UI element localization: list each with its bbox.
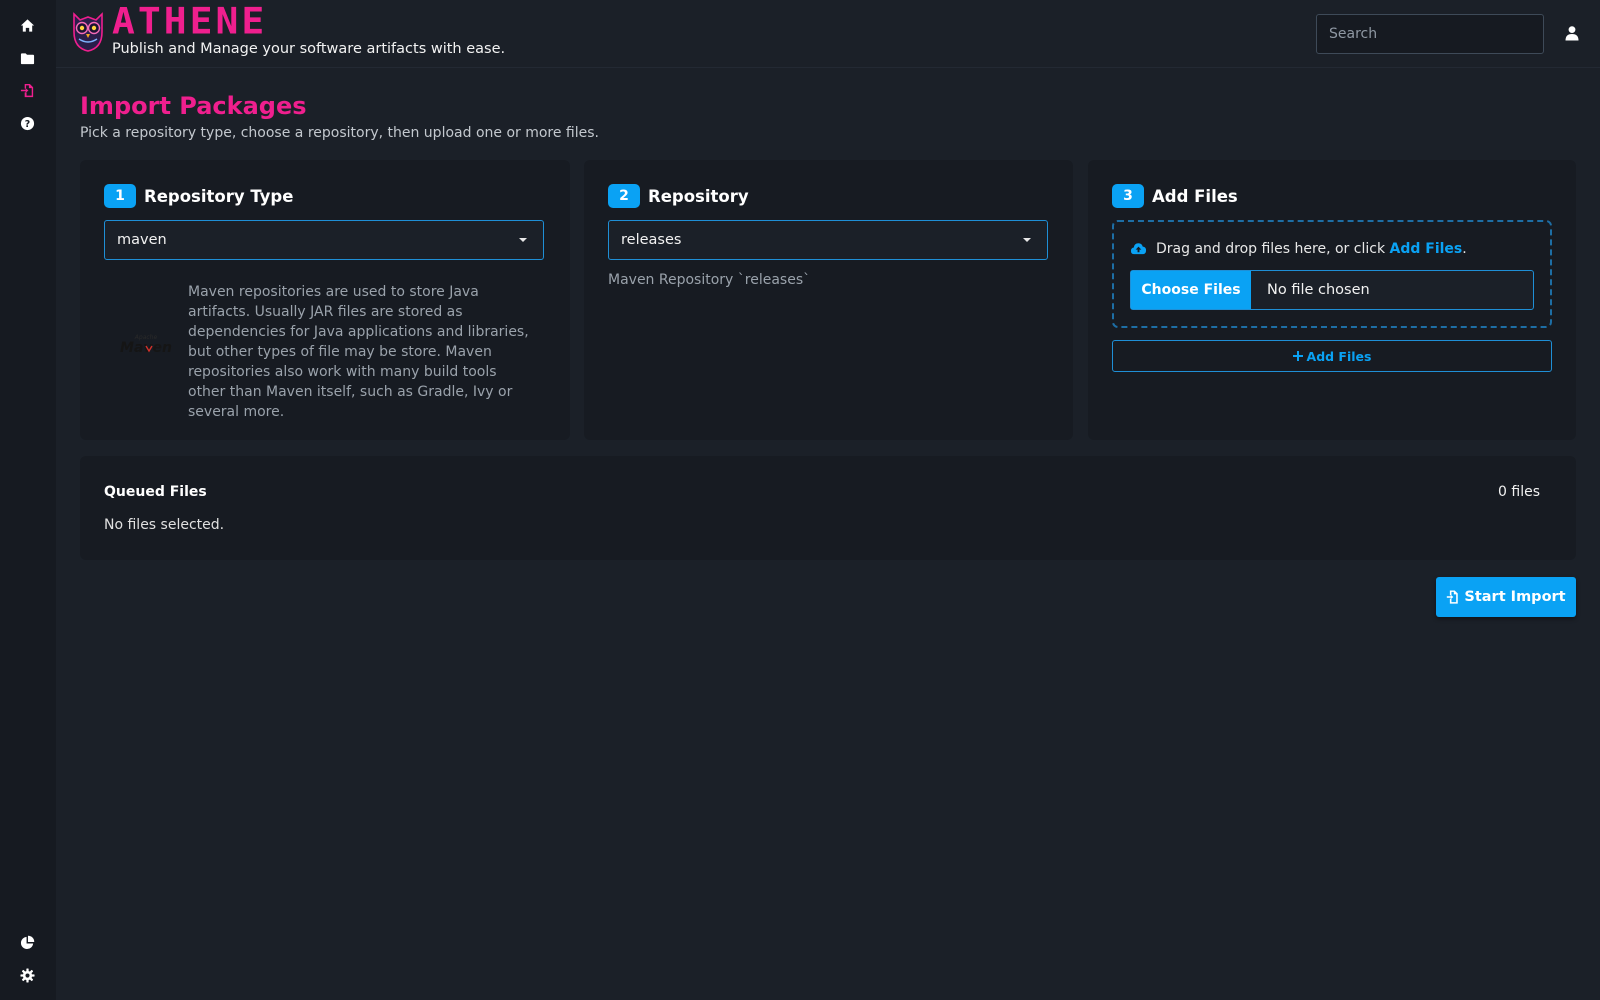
svg-text:Maven: Maven — [120, 340, 172, 356]
step-header: 3 Add Files — [1112, 184, 1238, 208]
gear-icon[interactable] — [18, 966, 36, 984]
home-icon[interactable] — [18, 16, 36, 34]
file-status: No file chosen — [1267, 282, 1370, 298]
queued-files-empty: No files selected. — [104, 517, 225, 533]
repository-type-select[interactable]: maven — [104, 220, 544, 260]
folder-icon[interactable] — [18, 49, 36, 67]
queued-files-panel: Queued Files 0 files No files selected. — [80, 456, 1576, 560]
owl-logo-icon[interactable] — [70, 8, 106, 52]
dropzone-text: Drag and drop files here, or click Add F… — [1130, 240, 1467, 257]
repository-select[interactable]: releases — [608, 220, 1048, 260]
file-import-icon — [1447, 590, 1459, 604]
queued-files-title: Queued Files — [104, 484, 207, 500]
brand-tagline: Publish and Manage your software artifac… — [112, 41, 506, 57]
add-files-link[interactable]: Add Files — [1390, 241, 1463, 257]
cloud-upload-icon — [1130, 243, 1147, 255]
page-subtitle: Pick a repository type, choose a reposit… — [80, 125, 599, 141]
help-icon[interactable]: ? — [18, 114, 36, 132]
maven-logo: Apache Maven — [120, 330, 172, 358]
select-value: maven — [117, 232, 167, 248]
repository-type-description: Maven repositories are used to store Jav… — [188, 284, 529, 420]
plus-icon — [1292, 351, 1303, 361]
add-files-label: Add Files — [1306, 348, 1372, 364]
step-header: 1 Repository Type — [104, 184, 293, 208]
user-icon[interactable] — [1564, 25, 1580, 41]
repository-note: Maven Repository `releases` — [608, 272, 811, 288]
start-import-label: Start Import — [1464, 589, 1566, 605]
dropzone-period: . — [1462, 240, 1467, 257]
step-title: Repository — [648, 186, 749, 206]
header: ATHENE Publish and Manage your software … — [56, 0, 1600, 68]
brand-title[interactable]: ATHENE — [112, 3, 267, 39]
search-input[interactable] — [1316, 14, 1544, 54]
caret-down-icon — [519, 238, 527, 242]
step-header: 2 Repository — [608, 184, 749, 208]
step-title: Add Files — [1152, 186, 1238, 206]
file-dropzone[interactable]: Drag and drop files here, or click Add F… — [1112, 220, 1552, 328]
pie-chart-icon[interactable] — [18, 933, 36, 951]
queued-files-count: 0 files — [1498, 484, 1540, 500]
step-number-badge: 3 — [1112, 184, 1144, 208]
choose-files-button[interactable]: Choose Files — [1131, 271, 1251, 309]
file-import-icon[interactable] — [18, 81, 36, 99]
file-input[interactable]: Choose Files No file chosen — [1130, 270, 1534, 310]
step-number-badge: 1 — [104, 184, 136, 208]
svg-text:?: ? — [24, 118, 29, 129]
repository-type-card: 1 Repository Type maven Apache Maven Mav… — [80, 160, 570, 440]
caret-down-icon — [1023, 238, 1031, 242]
page-title: Import Packages — [80, 92, 307, 120]
step-title: Repository Type — [144, 186, 294, 206]
dropzone-label: Drag and drop files here, or click — [1156, 240, 1390, 257]
start-import-button[interactable]: Start Import — [1436, 577, 1576, 617]
select-value: releases — [621, 232, 682, 248]
step-number-badge: 2 — [608, 184, 640, 208]
sidebar: ? — [0, 0, 56, 1000]
add-files-card: 3 Add Files Drag and drop files here, or… — [1088, 160, 1576, 440]
add-files-button[interactable]: Add Files — [1112, 340, 1552, 372]
repository-card: 2 Repository releases Maven Repository `… — [584, 160, 1073, 440]
